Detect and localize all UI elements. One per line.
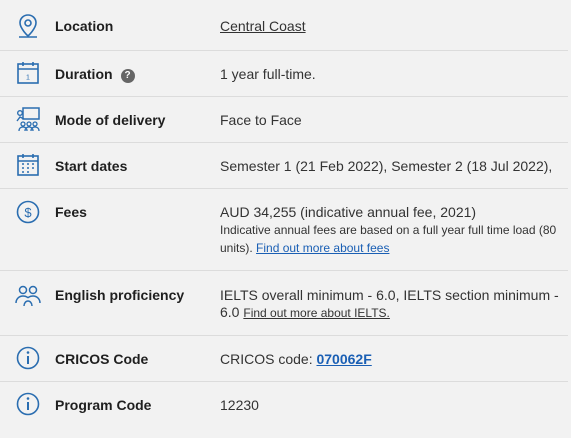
fees-block: AUD 34,255 (indicative annual fee, 2021)… [220,204,565,257]
program-label: Program Code [55,397,152,413]
classroom-icon [14,105,42,133]
cricos-label: CRICOS Code [55,351,149,367]
info-row-duration: 1 Duration? 1 year full-time. [0,50,568,97]
fees-value: AUD 34,255 (indicative annual fee, 2021) [220,204,477,220]
help-icon[interactable]: ? [120,69,135,83]
info-row-location: Location Central Coast [0,0,568,51]
info-icon [14,390,42,418]
cricos-block: CRICOS code: 070062F [220,351,565,368]
info-row-start-dates: Start dates Semester 1 (21 Feb 2022), Se… [0,142,568,189]
fees-label: Fees [55,204,87,220]
calendar-icon: 1 [14,59,42,87]
fees-more-link[interactable]: Find out more about fees [256,241,389,255]
duration-label-text: Duration [55,66,113,82]
info-icon [14,344,42,372]
location-link[interactable]: Central Coast [220,18,306,35]
english-label: English proficiency [55,287,185,303]
info-row-program: Program Code 12230 [0,381,568,427]
mode-value: Face to Face [220,112,302,128]
mode-label: Mode of delivery [55,112,166,128]
map-pin-icon [14,12,42,40]
calendar-grid-icon [14,151,42,179]
duration-value: 1 year full-time. [220,66,316,82]
info-row-mode: Mode of delivery Face to Face [0,96,568,143]
info-row-fees: $ Fees AUD 34,255 (indicative annual fee… [0,188,568,271]
dollar-icon: $ [14,198,42,226]
info-row-english: English proficiency IELTS overall minimu… [0,270,568,336]
svg-text:1: 1 [26,75,30,82]
start-dates-label: Start dates [55,158,128,174]
english-block: IELTS overall minimum - 6.0, IELTS secti… [220,287,565,322]
people-icon [14,281,42,309]
svg-text:$: $ [24,205,32,220]
info-row-cricos: CRICOS Code CRICOS code: 070062F [0,335,568,382]
start-dates-value: Semester 1 (21 Feb 2022), Semester 2 (18… [220,158,553,174]
ielts-more-link[interactable]: Find out more about IELTS. [243,306,390,320]
fees-note: Indicative annual fees are based on a fu… [220,221,565,257]
location-label: Location [55,18,114,34]
program-value: 12230 [220,397,259,413]
cricos-code-link[interactable]: 070062F [316,351,371,367]
duration-label: Duration? [55,66,135,83]
cricos-prefix: CRICOS code: [220,351,313,367]
